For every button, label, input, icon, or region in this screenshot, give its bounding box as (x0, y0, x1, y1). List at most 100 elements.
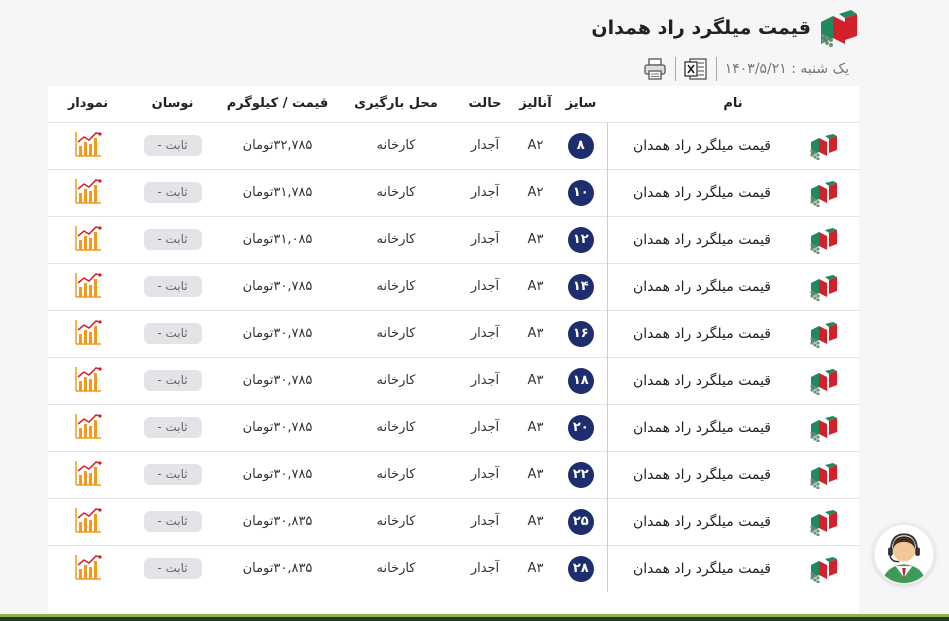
support-chat-button[interactable] (873, 523, 935, 585)
bar-chart-icon[interactable] (74, 318, 102, 346)
size-badge: ۸ (567, 132, 594, 159)
column-header-change[interactable]: نوسان (128, 86, 217, 122)
brand-logo-icon (810, 321, 837, 348)
table-row[interactable]: قیمت میلگرد راد همدان ۲۰ A۳ آجدار کارخانه ۳۰,… (48, 404, 859, 451)
cell-place: کارخانه (376, 561, 416, 577)
column-header-place[interactable]: محل بارگیری (338, 86, 454, 122)
row-name[interactable]: قیمت میلگرد راد همدان (633, 138, 771, 154)
bar-chart-icon[interactable] (74, 130, 102, 158)
cell-analysis: A۳ (527, 279, 544, 294)
cell-place: کارخانه (376, 420, 416, 435)
cell-place: کارخانه (376, 138, 416, 153)
change-badge: ثابت - (143, 511, 202, 532)
row-name[interactable]: قیمت میلگرد راد همدان (633, 279, 771, 295)
column-header-analysis[interactable]: آنالیز (516, 86, 555, 122)
table-row[interactable]: قیمت میلگرد راد همدان ۱۴ A۳ آجدار کارخانه ۳۰,… (48, 263, 859, 310)
table-row[interactable]: قیمت میلگرد راد همدان ۲۵ A۳ آجدار کارخانه ۳۰,… (48, 498, 859, 545)
cell-place: کارخانه (376, 326, 416, 341)
footer-bar (0, 617, 949, 621)
price-table: نام سایز آنالیز حالت محل بارگیری قیمت / … (48, 86, 859, 592)
bar-chart-icon[interactable] (74, 553, 102, 581)
cell-size: ۱۲ (555, 216, 607, 263)
change-badge: ثابت - (143, 229, 202, 250)
table-row[interactable]: قیمت میلگرد راد همدان ۱۲ A۳ آجدار کارخانه ۳۱,… (48, 216, 859, 263)
table-row[interactable]: قیمت میلگرد راد همدان ۱۶ A۳ آجدار کارخانه ۳۰,… (48, 310, 859, 357)
column-header-size[interactable]: سایز (555, 86, 607, 122)
row-name[interactable]: قیمت میلگرد راد همدان (633, 561, 771, 577)
bar-chart-icon[interactable] (74, 365, 102, 393)
cell-state: آجدار (470, 232, 500, 247)
bar-chart-icon[interactable] (74, 177, 102, 205)
cell-name[interactable]: قیمت میلگرد راد همدان (606, 357, 859, 404)
column-header-chart[interactable]: نمودار (48, 86, 128, 122)
cell-chart[interactable] (48, 263, 128, 310)
cell-chart[interactable] (48, 498, 128, 545)
cell-chart[interactable] (48, 169, 128, 216)
column-header-price[interactable]: قیمت / کیلوگرم (217, 86, 338, 122)
table-row[interactable]: قیمت میلگرد راد همدان ۲۸ A۳ آجدار کارخانه ۳۰,… (48, 545, 859, 592)
cell-name[interactable]: قیمت میلگرد راد همدان (606, 310, 859, 357)
cell-size: ۸ (555, 122, 607, 169)
cell-price: ۳۰,۷۸۵تومان (242, 467, 313, 482)
cell-change: ثابت - (128, 357, 217, 404)
brand-logo-icon (810, 227, 837, 254)
change-badge: ثابت - (143, 135, 202, 156)
brand-logo-icon (810, 133, 837, 160)
cell-state: آجدار (470, 185, 500, 200)
row-name[interactable]: قیمت میلگرد راد همدان (633, 514, 771, 530)
brand-logo-icon (810, 462, 837, 489)
cell-name[interactable]: قیمت میلگرد راد همدان (606, 498, 859, 545)
brand-logo-icon (810, 415, 837, 442)
cell-chart[interactable] (48, 451, 128, 498)
cell-name[interactable]: قیمت میلگرد راد همدان (606, 545, 859, 592)
size-badge: ۲۵ (567, 508, 594, 535)
bar-chart-icon[interactable] (74, 459, 102, 487)
column-header-name[interactable]: نام (607, 86, 859, 122)
excel-export-icon[interactable] (684, 57, 708, 81)
table-row[interactable]: قیمت میلگرد راد همدان ۱۰ A۲ آجدار کارخانه ۳۱,… (48, 169, 859, 216)
cell-price: ۳۱,۷۸۵تومان (242, 185, 313, 200)
column-header-state[interactable]: حالت (454, 86, 516, 122)
size-badge: ۱۰ (567, 179, 594, 206)
table-row[interactable]: قیمت میلگرد راد همدان ۸ A۲ آجدار کارخانه ۳۲,۷… (48, 122, 859, 169)
row-name[interactable]: قیمت میلگرد راد همدان (633, 467, 771, 483)
cell-name[interactable]: قیمت میلگرد راد همدان (606, 404, 859, 451)
brand-logo-icon (810, 556, 837, 583)
cell-chart[interactable] (48, 310, 128, 357)
row-name[interactable]: قیمت میلگرد راد همدان (633, 185, 771, 201)
cell-name[interactable]: قیمت میلگرد راد همدان (606, 122, 859, 169)
cell-name[interactable]: قیمت میلگرد راد همدان (606, 169, 859, 216)
cell-place: کارخانه (376, 514, 416, 529)
change-badge: ثابت - (143, 370, 202, 391)
cell-chart[interactable] (48, 404, 128, 451)
row-name[interactable]: قیمت میلگرد راد همدان (633, 420, 771, 436)
cell-place: کارخانه (376, 373, 416, 388)
cell-chart[interactable] (48, 357, 128, 404)
cell-chart[interactable] (48, 216, 128, 263)
cell-chart[interactable] (48, 545, 128, 592)
cell-name[interactable]: قیمت میلگرد راد همدان (606, 263, 859, 310)
change-badge: ثابت - (143, 417, 202, 438)
bar-chart-icon[interactable] (74, 224, 102, 252)
cell-place: کارخانه (376, 185, 416, 200)
size-badge: ۱۲ (567, 226, 594, 253)
brand-logo-icon (810, 368, 837, 395)
cell-size: ۱۸ (555, 357, 607, 404)
row-name[interactable]: قیمت میلگرد راد همدان (633, 326, 771, 342)
cell-name[interactable]: قیمت میلگرد راد همدان (606, 451, 859, 498)
bar-chart-icon[interactable] (74, 271, 102, 299)
cell-chart[interactable] (48, 122, 128, 169)
cell-state: آجدار (470, 326, 500, 341)
cell-price: ۳۰,۷۸۵تومان (242, 373, 313, 388)
print-icon[interactable] (643, 57, 667, 81)
table-row[interactable]: قیمت میلگرد راد همدان ۱۸ A۳ آجدار کارخانه ۳۰,… (48, 357, 859, 404)
table-row[interactable]: قیمت میلگرد راد همدان ۲۲ A۳ آجدار کارخانه ۳۰,… (48, 451, 859, 498)
bar-chart-icon[interactable] (74, 412, 102, 440)
bar-chart-icon[interactable] (74, 506, 102, 534)
cell-change: ثابت - (128, 545, 217, 592)
cell-price: ۳۲,۷۸۵تومان (242, 138, 313, 153)
row-name[interactable]: قیمت میلگرد راد همدان (633, 232, 771, 248)
cell-size: ۱۶ (555, 310, 607, 357)
row-name[interactable]: قیمت میلگرد راد همدان (633, 373, 771, 389)
cell-name[interactable]: قیمت میلگرد راد همدان (606, 216, 859, 263)
